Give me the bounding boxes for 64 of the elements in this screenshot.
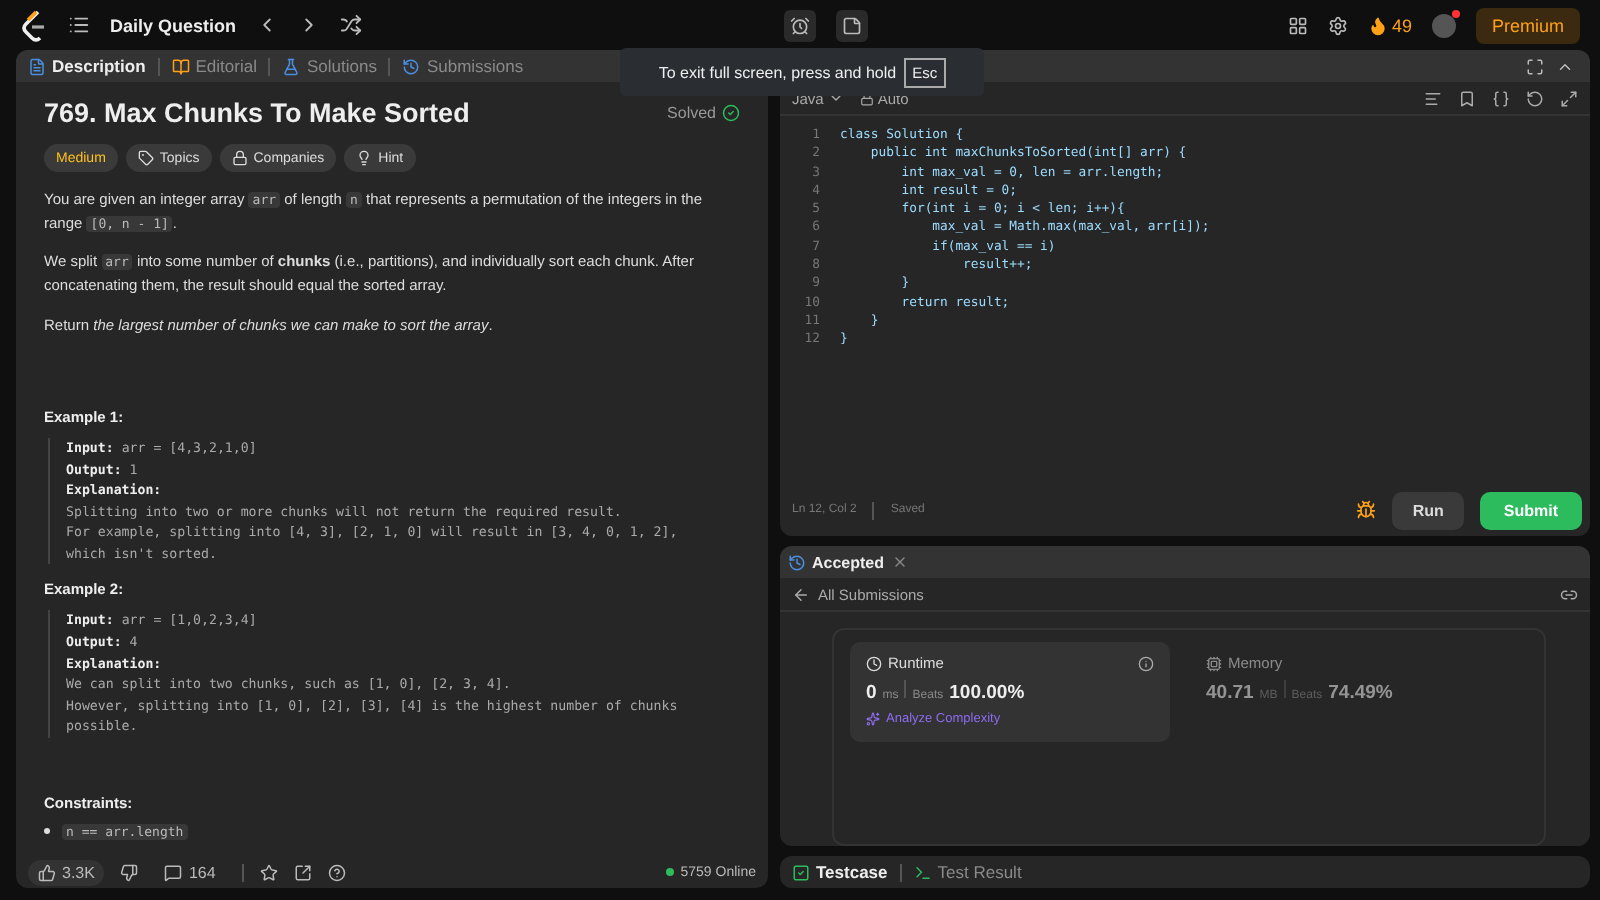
lightbulb-icon — [356, 150, 373, 166]
grid-icon — [1287, 15, 1308, 35]
panel-tab[interactable]: Editorial — [167, 56, 261, 76]
alarm-clock-icon[interactable] — [783, 9, 815, 41]
memory-beats: 74.49% — [1328, 682, 1393, 704]
settings-icon — [1327, 15, 1348, 35]
alarm-glyph-icon — [789, 15, 809, 35]
checkbox-icon — [792, 863, 810, 881]
logo-icon[interactable] — [20, 9, 48, 41]
share-icon — [293, 863, 312, 881]
list-icon — [68, 14, 90, 36]
accepted-tab[interactable]: Accepted — [788, 553, 885, 571]
link-icon — [1560, 585, 1578, 603]
avatar[interactable] — [1432, 13, 1456, 37]
problem-list-title[interactable]: Daily Question — [110, 15, 237, 35]
document-icon — [28, 57, 46, 75]
toast-message: To exit full screen, press and hold — [658, 63, 897, 81]
terminal-icon — [913, 863, 932, 881]
lock-icon — [231, 150, 248, 166]
console-tab[interactable]: Test Result — [909, 862, 1026, 882]
lock-icon — [859, 91, 874, 105]
bullet-icon — [44, 828, 50, 835]
comments-button[interactable]: 164 — [154, 859, 226, 885]
note-icon[interactable] — [835, 9, 867, 41]
flame-icon — [1367, 15, 1388, 35]
memory-value: 40.71 — [1206, 682, 1254, 704]
shuffle-icon — [340, 14, 363, 36]
bug-icon — [1356, 500, 1377, 520]
runtime-beats: 100.00% — [949, 682, 1025, 704]
premium-button[interactable]: Premium — [1476, 7, 1581, 43]
streak-counter[interactable]: 49 — [1367, 15, 1412, 35]
star-icon — [259, 863, 278, 881]
note-glyph-icon — [841, 15, 861, 35]
dislike-icon — [120, 863, 139, 881]
bookmark-icon — [1458, 89, 1476, 107]
help-icon — [327, 863, 346, 881]
sparkles-icon — [866, 712, 880, 726]
info-icon — [1138, 655, 1154, 671]
panel-tab[interactable]: Description — [24, 56, 150, 76]
back-arrow-icon — [792, 585, 810, 603]
runtime-value: 0 — [866, 682, 877, 704]
check-circle-icon — [722, 104, 740, 122]
reset-icon — [1526, 89, 1544, 107]
thumbs-up-icon — [38, 863, 56, 881]
fullscreen-icon — [1526, 57, 1544, 75]
comment-icon — [164, 863, 183, 881]
flask-icon — [282, 57, 301, 75]
close-icon — [892, 554, 909, 570]
history-icon — [402, 57, 421, 75]
run-button[interactable]: Run — [1392, 491, 1464, 529]
expand-icon — [1560, 89, 1578, 107]
book-icon — [171, 57, 190, 75]
problem-title: 769. Max Chunks To Make Sorted — [44, 98, 470, 128]
panel-tab[interactable]: Submissions — [398, 56, 528, 76]
clock-icon — [866, 655, 882, 671]
chip-icon — [1206, 655, 1222, 671]
format-icon — [1424, 89, 1442, 107]
like-button[interactable]: 3.3K — [28, 859, 105, 885]
braces-icon — [1492, 89, 1510, 107]
tag-icon — [137, 150, 154, 166]
console-tab[interactable]: Testcase — [788, 862, 892, 882]
history-icon — [788, 553, 806, 571]
panel-tab[interactable]: Solutions — [278, 56, 381, 76]
solved-status: Solved — [667, 104, 740, 122]
